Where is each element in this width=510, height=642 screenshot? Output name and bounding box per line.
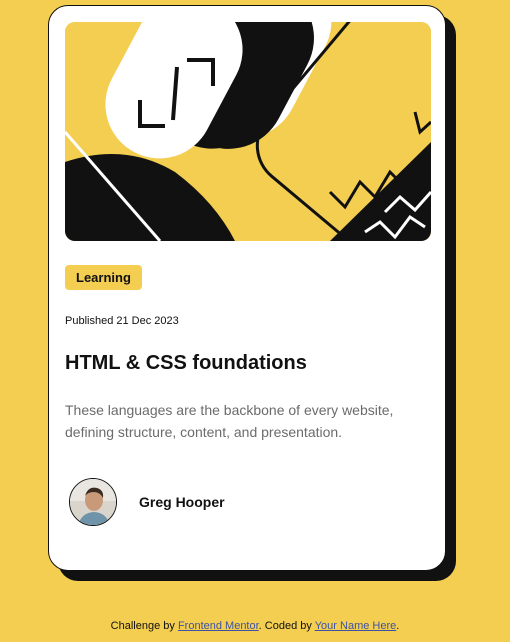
card-description: These languages are the backbone of ever… (65, 402, 394, 440)
card-title[interactable]: HTML & CSS foundations (65, 352, 307, 375)
category-badge: Learning (65, 265, 142, 290)
avatar-photo-icon (70, 479, 116, 525)
footer-middle: . Coded by (258, 620, 315, 632)
avatar (69, 478, 117, 526)
attribution-footer: Challenge by Frontend Mentor. Coded by Y… (0, 620, 510, 632)
author-name: Greg Hooper (139, 494, 225, 510)
author-link[interactable]: Your Name Here (315, 620, 397, 632)
blog-preview-card: Learning Published 21 Dec 2023 HTML & CS… (48, 5, 446, 571)
frontend-mentor-link[interactable]: Frontend Mentor (178, 620, 259, 632)
abstract-illustration-icon (65, 22, 431, 241)
footer-prefix: Challenge by (110, 620, 178, 632)
author-block: Greg Hooper (69, 478, 225, 526)
publish-date: Published 21 Dec 2023 (65, 315, 179, 327)
footer-suffix: . (396, 620, 400, 632)
card-illustration (65, 22, 431, 241)
